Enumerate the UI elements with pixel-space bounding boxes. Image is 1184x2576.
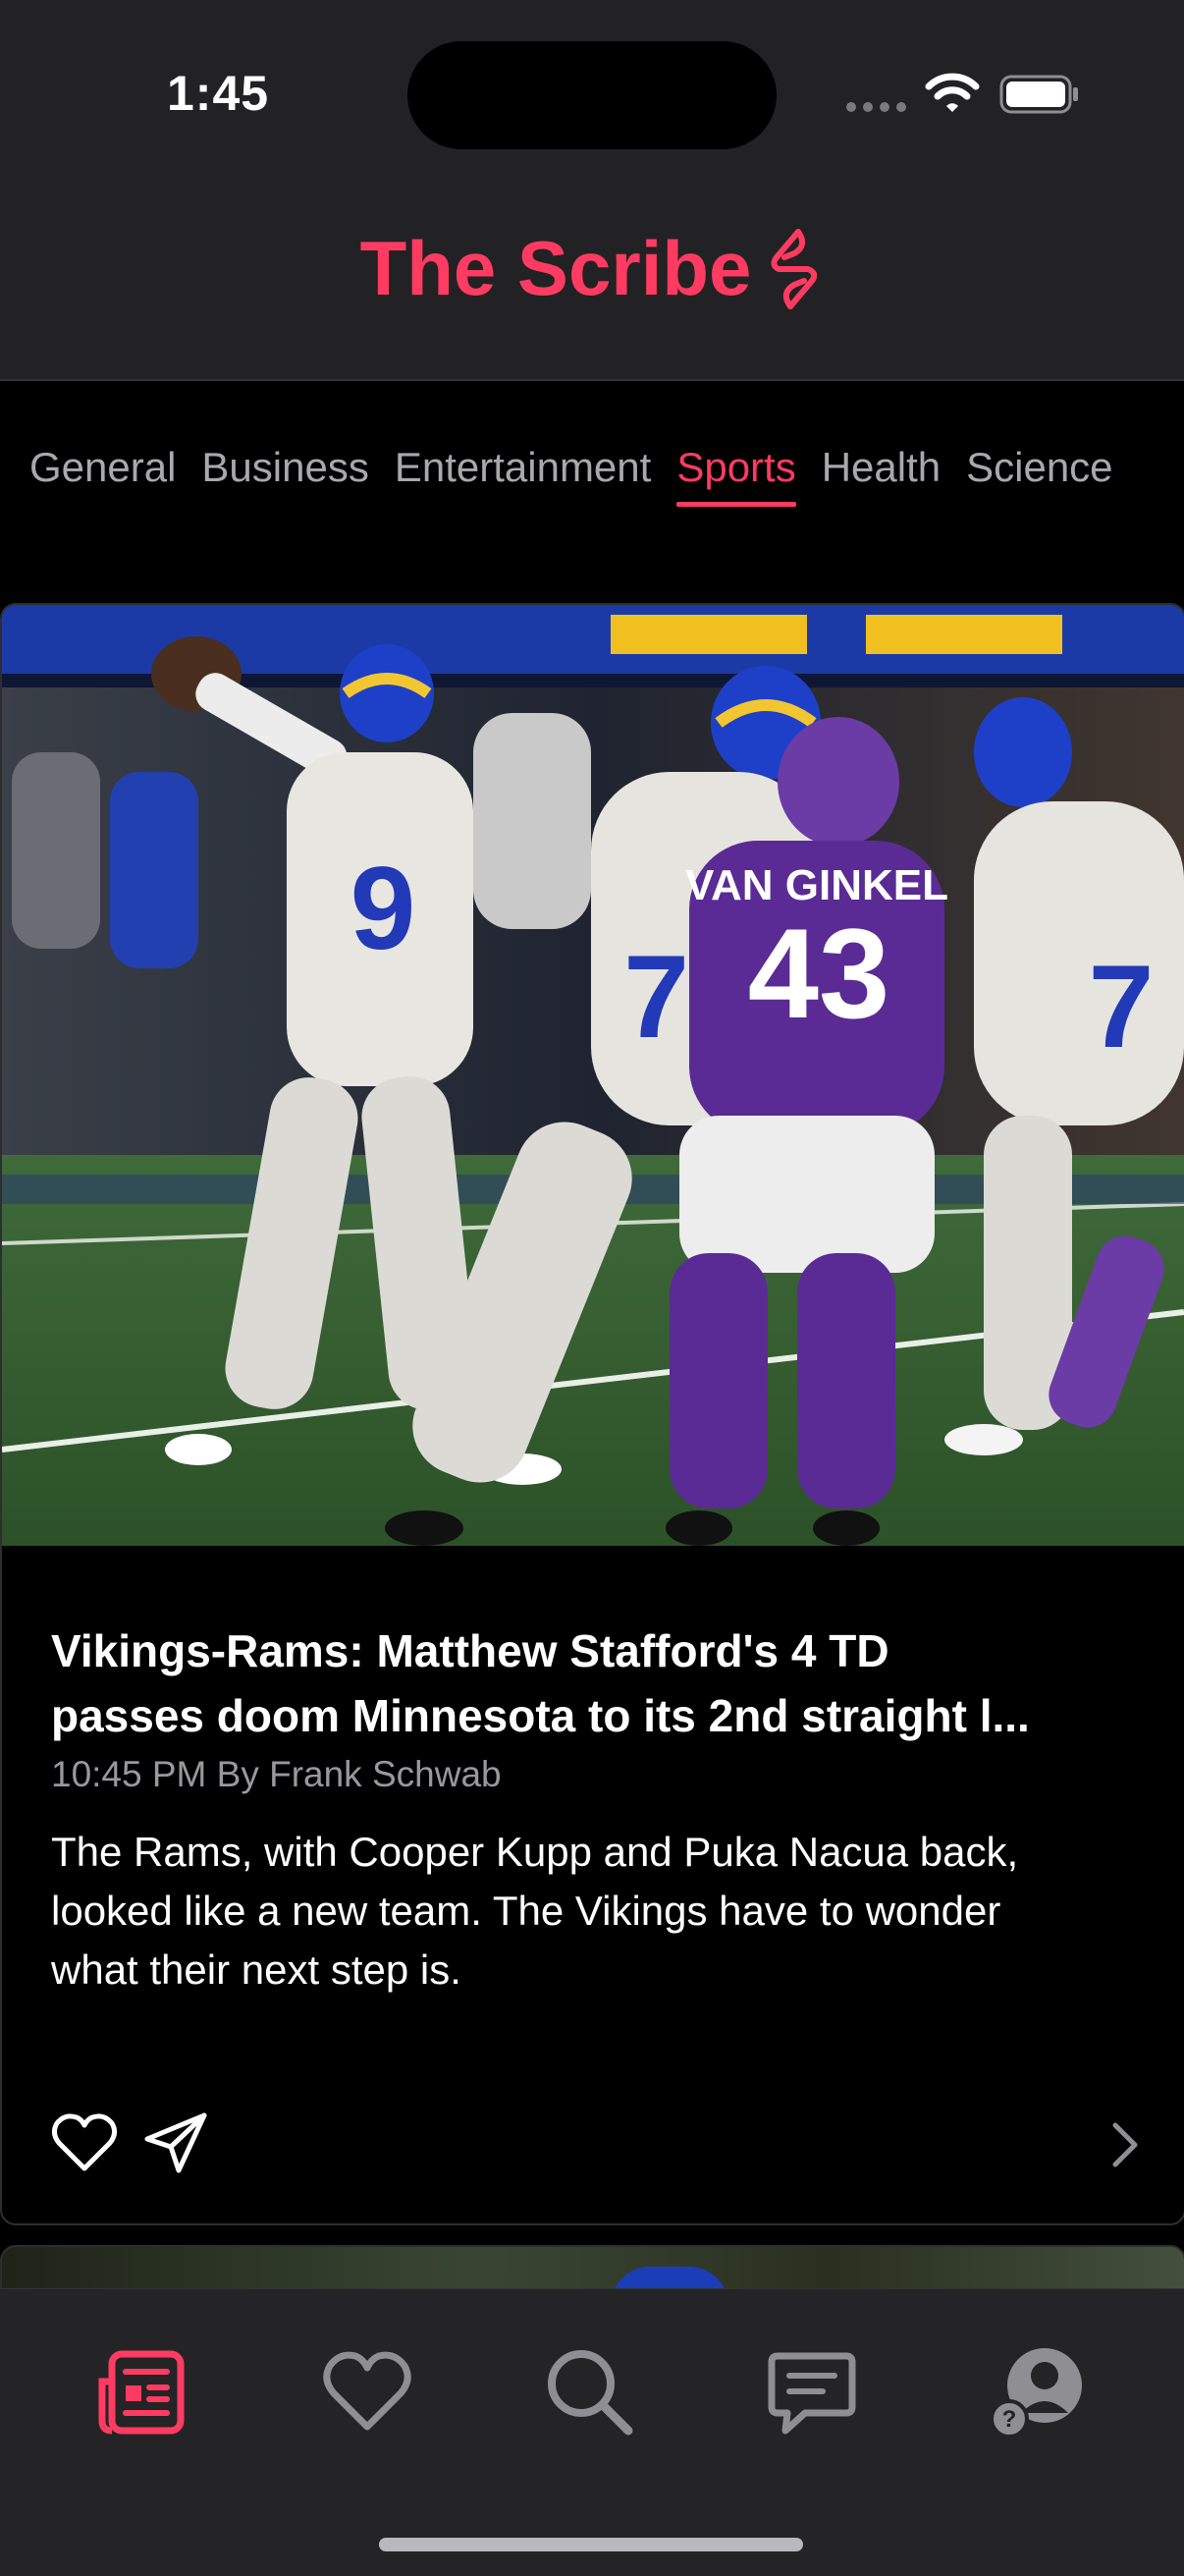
article-actions — [49, 2108, 212, 2176]
status-bar: 1:45 — [0, 0, 1184, 187]
wifi-icon — [925, 73, 980, 112]
bottom-tab-bar: ? — [0, 2288, 1184, 2576]
category-tabs: General Business Entertainment Sports He… — [0, 381, 1184, 558]
article-card[interactable]: 9 79 VAN GINKEL 43 7 Vikings-Rams: Matth… — [0, 603, 1184, 2225]
tab-science[interactable]: Science — [966, 444, 1112, 505]
battery-icon — [999, 75, 1078, 114]
tab-general[interactable]: General — [29, 444, 176, 505]
scribe-logo-icon — [771, 229, 818, 310]
tab-entertainment[interactable]: Entertainment — [395, 444, 651, 505]
dynamic-island — [407, 41, 777, 149]
summary-line: The Rams, with Cooper Kupp and Puka Nacu… — [51, 1829, 1019, 1875]
tab-health[interactable]: Health — [822, 444, 941, 505]
like-heart-icon[interactable] — [49, 2108, 120, 2178]
share-send-icon[interactable] — [141, 2108, 212, 2178]
status-time: 1:45 — [167, 66, 270, 121]
profile-icon[interactable]: ? — [988, 2342, 1086, 2440]
svg-text:?: ? — [1002, 2406, 1017, 2433]
cellular-signal-icon — [846, 102, 907, 112]
heart-icon[interactable] — [318, 2342, 416, 2440]
chevron-right-icon[interactable] — [1103, 2117, 1147, 2172]
article-meta: 10:45 PM By Frank Schwab — [51, 1754, 502, 1794]
app-title-text: The Scribe — [359, 225, 752, 311]
app-header: The Scribe — [0, 187, 1184, 381]
svg-text:9: 9 — [350, 843, 416, 974]
search-icon[interactable] — [540, 2342, 638, 2440]
tab-sports[interactable]: Sports — [676, 444, 797, 507]
summary-line: looked like a new team. The Vikings have… — [51, 1888, 1001, 1934]
svg-text:7: 7 — [1089, 941, 1155, 1072]
tab-business[interactable]: Business — [201, 444, 368, 505]
news-icon[interactable] — [96, 2342, 194, 2440]
app-title: The Scribe — [0, 224, 1184, 313]
chat-icon[interactable] — [762, 2342, 860, 2440]
summary-line: what their next step is. — [51, 1946, 461, 1993]
headline-line: Vikings-Rams: Matthew Stafford's 4 TD — [51, 1625, 889, 1676]
article-summary: The Rams, with Cooper Kupp and Puka Nacu… — [51, 1823, 1141, 2000]
home-indicator — [379, 2538, 803, 2551]
headline-line: passes doom Minnesota to its 2nd straigh… — [51, 1690, 1030, 1741]
article-photo[interactable]: 9 79 VAN GINKEL 43 7 — [2, 605, 1184, 1546]
svg-text:43: 43 — [748, 902, 890, 1045]
article-headline[interactable]: Vikings-Rams: Matthew Stafford's 4 TD pa… — [51, 1618, 1141, 1748]
